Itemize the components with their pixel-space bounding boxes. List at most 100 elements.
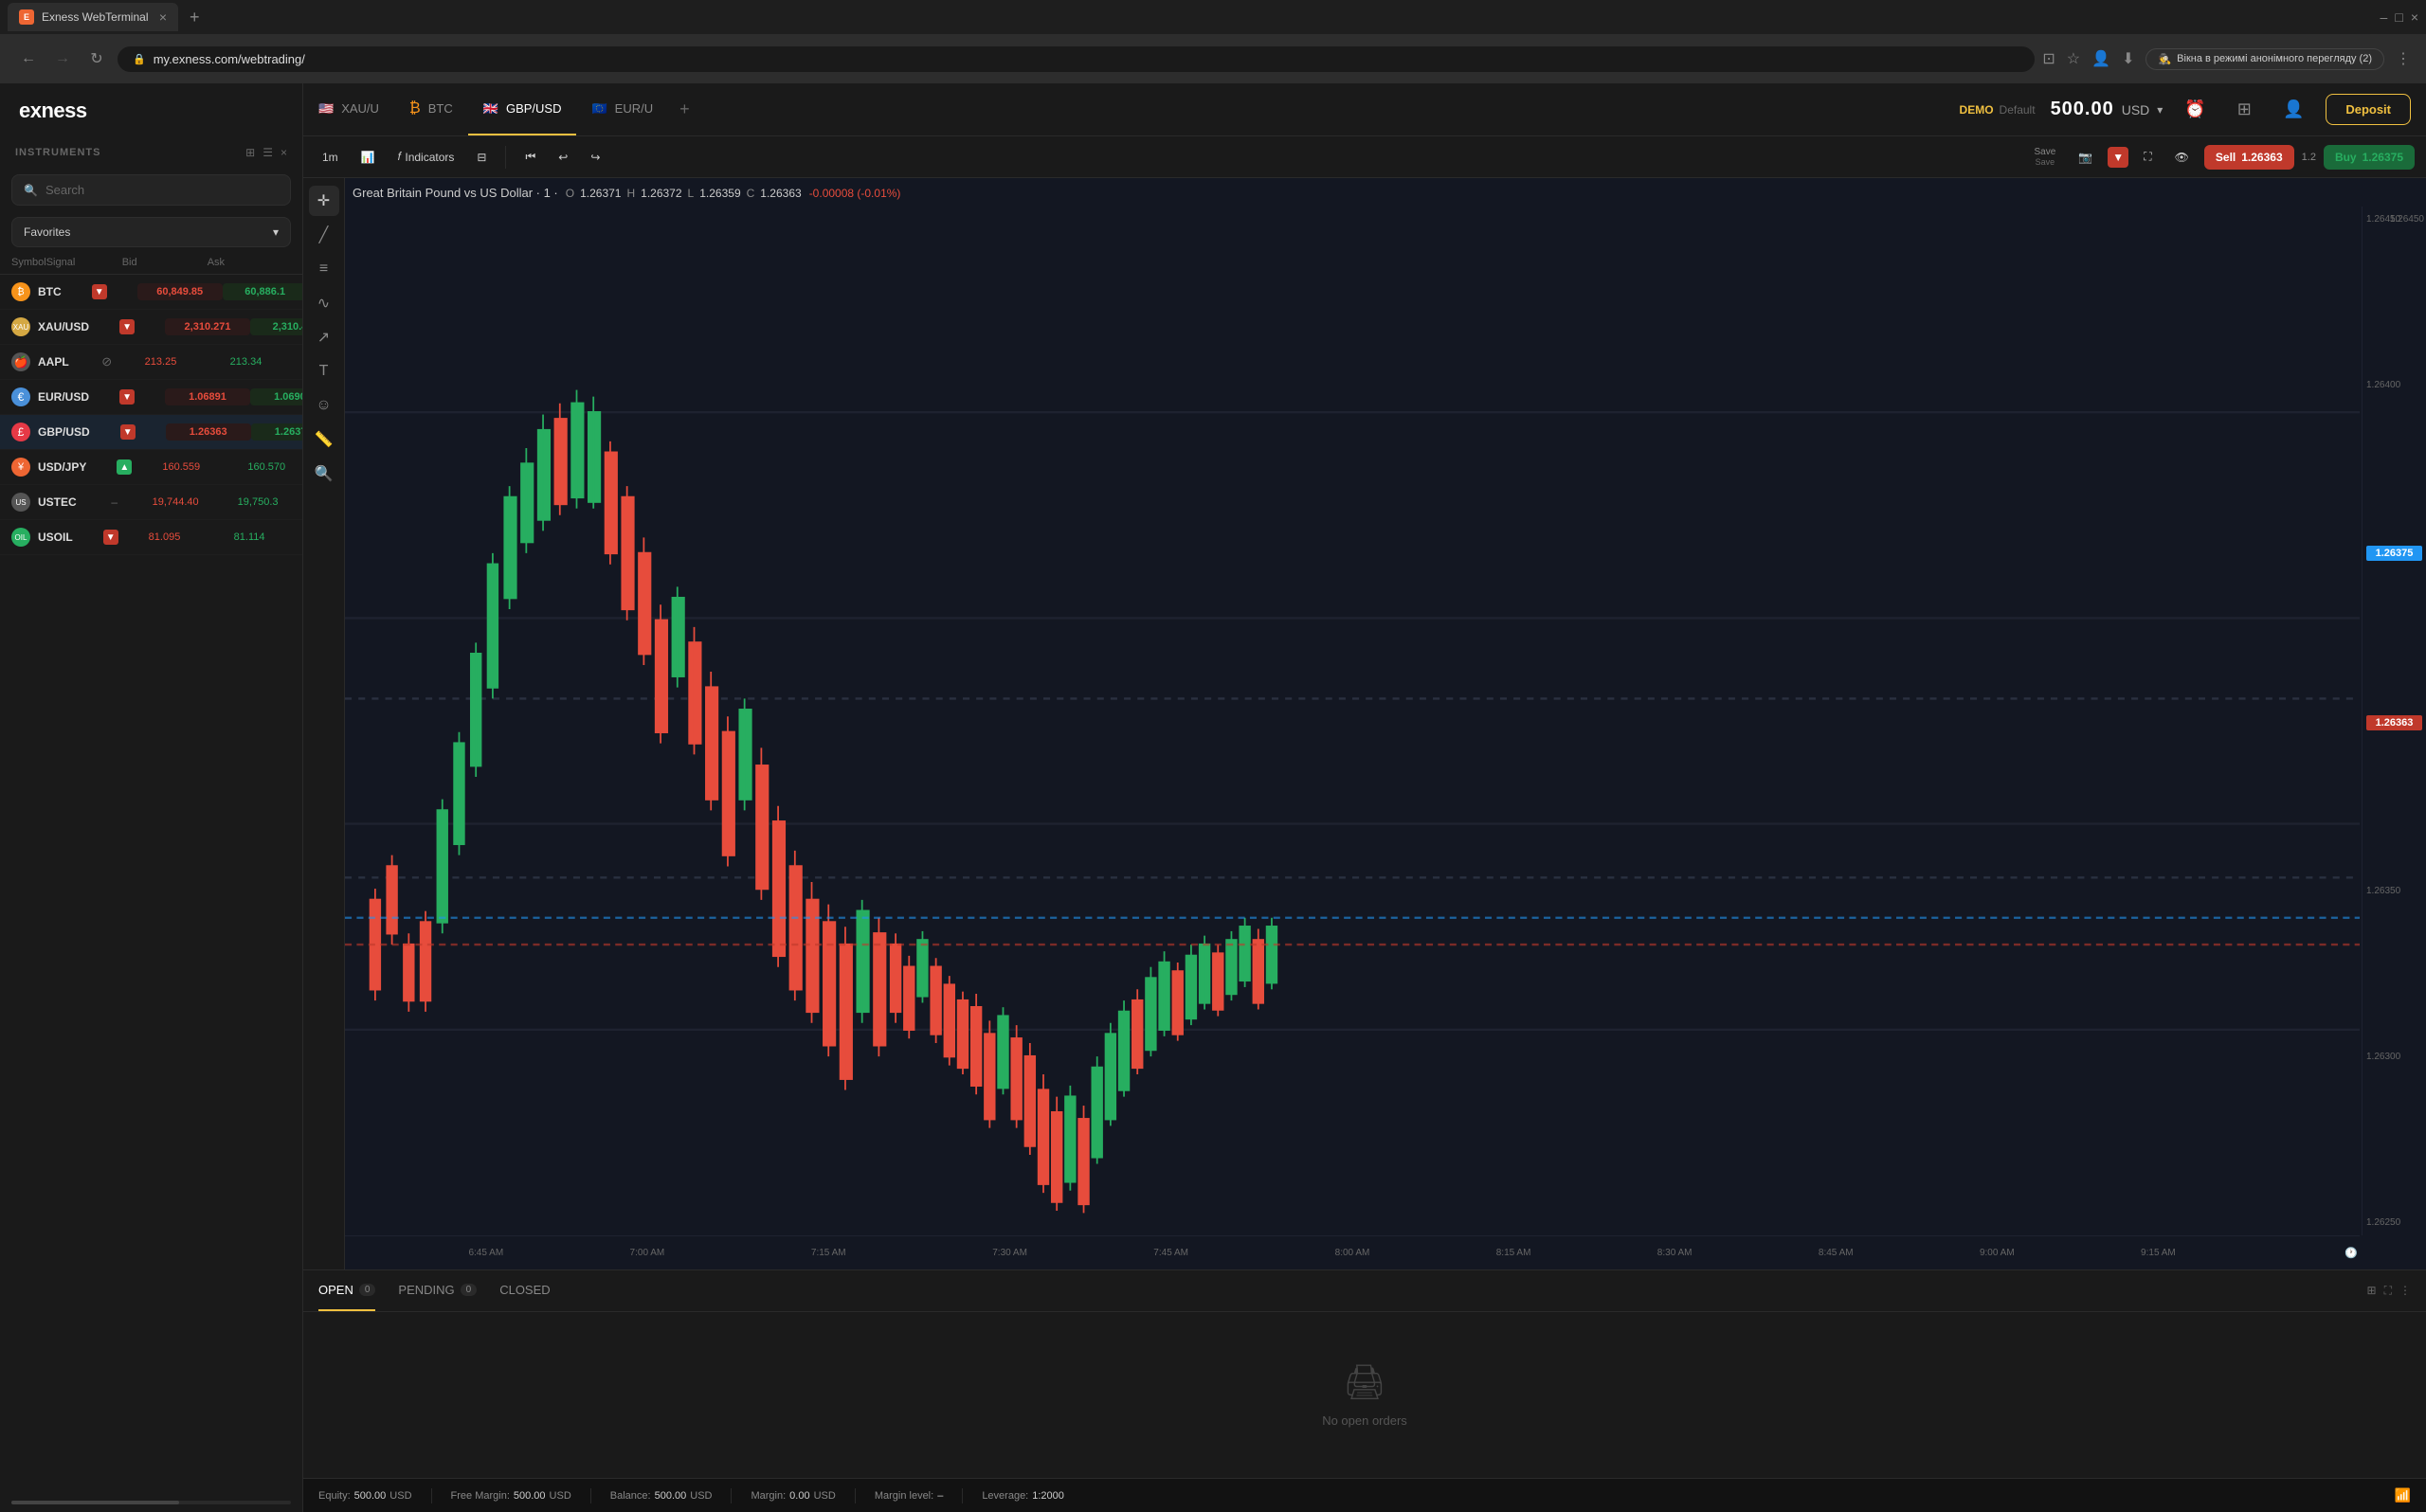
add-symbol-button[interactable]: + (668, 83, 701, 135)
emoji-tool[interactable]: ☺ (309, 390, 339, 421)
list-item[interactable]: XAU XAU/USD ▼ 2,310.271 2,310.47 (0, 310, 302, 345)
leverage-value: 1:2000 (1032, 1490, 1064, 1502)
url-bar[interactable]: 🔒 my.exness.com/webtrading/ (118, 46, 2035, 72)
margin-item: Margin: 0.00 USD (751, 1490, 835, 1502)
search-input[interactable] (45, 183, 279, 197)
browser-tab-active[interactable]: E Exness WebTerminal × (8, 3, 178, 31)
orders-icon-2[interactable]: ⛶ (2384, 1284, 2392, 1298)
undo-btn[interactable]: ↩ (551, 147, 575, 168)
filter-dropdown[interactable]: Favorites ▾ (11, 217, 291, 247)
usoil-bid: 81.095 (149, 531, 234, 543)
address-bar: ← → ↻ 🔒 my.exness.com/webtrading/ ⊡ ☆ 👤 … (0, 34, 2426, 83)
save-label: Save (2035, 147, 2056, 157)
chart-tools: ✛ ╱ ≡ ∿ ↗ T ☺ 📏 🔍 (303, 178, 345, 1269)
reload-button[interactable]: ↻ (83, 45, 110, 72)
save-button[interactable]: Save Save (2027, 143, 2064, 171)
bookmark-icon[interactable]: ☆ (2067, 49, 2080, 68)
instruments-actions: ⊞ ☰ × (245, 146, 287, 159)
list-item[interactable]: £ GBP/USD ▼ 1.26363 1.26375 (0, 415, 302, 450)
price-level-val4: 1.26300 (2366, 1052, 2422, 1062)
clock-icon: 🕐 (2345, 1247, 2358, 1259)
text-tool[interactable]: T (309, 356, 339, 387)
tab-eurusd[interactable]: 🇪🇺 EUR/U (576, 83, 668, 135)
ohlc-open: 1.26371 (580, 187, 621, 200)
app-container: exness INSTRUMENTS ⊞ ☰ × 🔍 Favorites ▾ S… (0, 83, 2426, 1512)
list-item[interactable]: US USTEC – 19,744.40 19,750.3 (0, 485, 302, 520)
aapl-name: AAPL (38, 355, 69, 369)
grid-view-icon[interactable]: ⊞ (245, 146, 255, 159)
candlestick-icon: 📊 (361, 151, 375, 164)
forward-button[interactable]: → (49, 45, 76, 72)
main-area: 🇺🇸 XAU/U ₿ BTC 🇬🇧 GBP/USD 🇪🇺 EUR/U (303, 83, 2426, 1512)
btc-ask: 60,886.1 (223, 283, 302, 300)
chart-type-btn[interactable]: 📊 (353, 147, 383, 168)
list-item[interactable]: ¥ USD/JPY ▲ 160.559 160.570 (0, 450, 302, 485)
ustec-signal: – (111, 495, 118, 509)
ask-price-badge: 1.26375 (2366, 546, 2422, 561)
list-view-icon[interactable]: ☰ (263, 146, 273, 159)
arrow-tool[interactable]: ↗ (309, 322, 339, 352)
zoom-tool[interactable]: 🔍 (309, 459, 339, 489)
equity-item: Equity: 500.00 USD (318, 1490, 412, 1502)
cast-icon[interactable]: ⊡ (2042, 49, 2055, 68)
balance-dropdown-icon[interactable]: ▾ (2157, 103, 2163, 117)
anon-badge[interactable]: 🕵 Вікна в режимі анонімного перегляду (2… (2145, 48, 2384, 70)
close-panel-icon[interactable]: × (281, 146, 287, 159)
tab-xauusd-label: XAU/U (341, 101, 379, 116)
symbol-cell-xauusd: XAU XAU/USD (11, 317, 89, 336)
tab-pending-orders[interactable]: PENDING 0 (398, 1270, 477, 1311)
tab-btc[interactable]: ₿ BTC (394, 83, 468, 135)
draw-line-tool[interactable]: ╱ (309, 220, 339, 250)
sell-button[interactable]: Sell 1.26363 (2204, 145, 2294, 170)
ohlc-high: 1.26372 (641, 187, 681, 200)
list-item[interactable]: OIL USOIL ▼ 81.095 81.114 (0, 520, 302, 555)
tab-eurusd-label: EUR/U (615, 101, 653, 116)
save-sub-label: Save (2036, 157, 2055, 167)
rewind-btn[interactable]: ⏮ (517, 146, 543, 168)
list-item[interactable]: € EUR/USD ▼ 1.06891 1.06901 (0, 380, 302, 415)
timeframe-btn[interactable]: 1m (315, 147, 346, 168)
back-button[interactable]: ← (15, 45, 42, 72)
tab-closed-orders[interactable]: CLOSED (499, 1270, 550, 1311)
alarm-icon[interactable]: ⏰ (2178, 93, 2212, 127)
time-label-730: 7:30 AM (992, 1248, 1027, 1258)
browser-minimize[interactable]: – (2381, 9, 2388, 25)
gbp-flag-icon: 🇬🇧 (483, 101, 498, 117)
free-margin-item: Free Margin: 500.00 USD (451, 1490, 571, 1502)
deposit-button[interactable]: Deposit (2326, 94, 2411, 125)
chart-main[interactable]: Great Britain Pound vs US Dollar · 1 · O… (345, 178, 2426, 1269)
status-sep-1 (431, 1488, 432, 1503)
tab-gbpusd[interactable]: 🇬🇧 GBP/USD (468, 83, 577, 135)
redo-btn[interactable]: ↪ (583, 147, 607, 168)
eye-btn[interactable]: 👁 (2167, 147, 2197, 168)
buy-button[interactable]: Buy 1.26375 (2324, 145, 2415, 170)
screenshot-btn[interactable]: 📷 (2071, 147, 2100, 168)
orders-icon-1[interactable]: ⊞ (2367, 1284, 2377, 1298)
account-icon[interactable]: 👤 (2091, 49, 2110, 68)
leverage-label: Leverage: (982, 1490, 1028, 1502)
search-bar[interactable]: 🔍 (11, 174, 291, 206)
orders-icon-3[interactable]: ⋮ (2399, 1284, 2411, 1298)
tab-open-orders[interactable]: OPEN 0 (318, 1270, 375, 1311)
crosshair-tool[interactable]: ✛ (309, 186, 339, 216)
tab-xauusd[interactable]: 🇺🇸 XAU/U (303, 83, 394, 135)
ohlc-low: 1.26359 (699, 187, 740, 200)
download-icon[interactable]: ⬇ (2122, 49, 2134, 68)
grid-icon[interactable]: ⊞ (2227, 93, 2261, 127)
instruments-header: INSTRUMENTS ⊞ ☰ × (0, 138, 302, 167)
horizontal-line-tool[interactable]: ≡ (309, 254, 339, 284)
timeframe-label: 1m (322, 151, 338, 164)
fullscreen-btn[interactable]: ⛶ (2136, 146, 2159, 168)
browser-close[interactable]: × (2411, 9, 2418, 25)
browser-maximize[interactable]: □ (2395, 9, 2402, 25)
new-tab-button[interactable]: + (182, 8, 208, 27)
list-item[interactable]: 🍎 AAPL ⊘ 213.25 213.34 (0, 345, 302, 380)
templates-btn[interactable]: ⊟ (469, 147, 494, 168)
indicators-btn[interactable]: 𝑓 Indicators (390, 146, 462, 168)
menu-icon[interactable]: ⋮ (2396, 49, 2411, 68)
tab-close-button[interactable]: × (159, 9, 167, 25)
curve-tool[interactable]: ∿ (309, 288, 339, 318)
list-item[interactable]: ₿ BTC ▼ 60,849.85 60,886.1 (0, 275, 302, 310)
ruler-tool[interactable]: 📏 (309, 424, 339, 455)
user-icon[interactable]: 👤 (2276, 93, 2310, 127)
